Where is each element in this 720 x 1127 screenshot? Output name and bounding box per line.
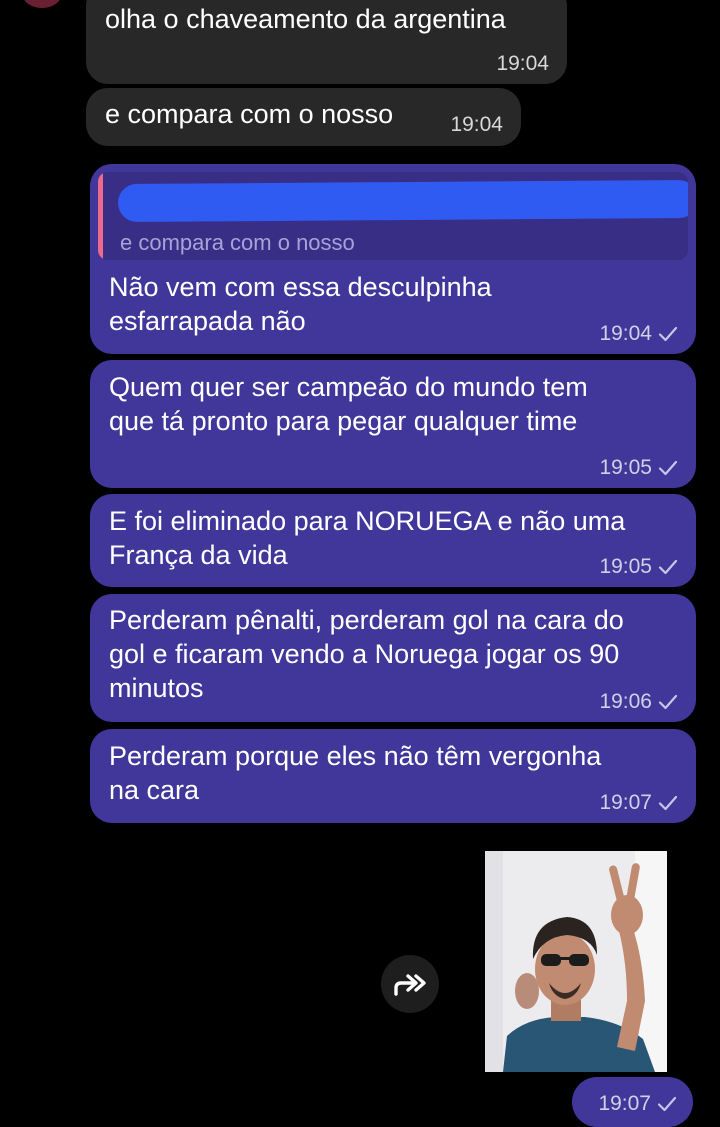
message-text: Perderam pênalti, perderam gol na cara d… xyxy=(109,605,624,703)
check-icon xyxy=(658,559,678,575)
redacted-author xyxy=(117,179,688,223)
message-text: Quem quer ser campeão do mundo tem que t… xyxy=(109,372,588,436)
message-text: Perderam porque eles não têm vergonha na… xyxy=(109,741,602,805)
check-icon xyxy=(658,795,678,811)
photo-image xyxy=(485,851,667,1072)
forward-icon xyxy=(394,974,426,996)
message-text: Não vem com essa desculpinha esfarrapada… xyxy=(109,272,492,336)
message-bubble-outgoing[interactable]: e compara com o nosso Não vem com essa d… xyxy=(90,164,696,354)
message-time: 19:07 xyxy=(598,1092,677,1116)
message-time: 19:06 xyxy=(599,690,678,714)
message-bubble-outgoing[interactable]: Quem quer ser campeão do mundo tem que t… xyxy=(90,360,696,488)
sender-avatar[interactable] xyxy=(22,0,62,8)
message-time: 19:05 xyxy=(599,456,678,480)
message-text: e compara com o nosso xyxy=(105,99,394,129)
message-time-label: 19:05 xyxy=(599,555,652,578)
message-time-label: 19:07 xyxy=(599,791,652,814)
message-time-label: 19:05 xyxy=(599,456,652,479)
message-bubble-incoming[interactable]: olha o chaveamento da argentina 19:04 xyxy=(86,0,567,84)
message-time: 19:07 xyxy=(599,791,678,815)
reply-preview[interactable]: e compara com o nosso xyxy=(98,172,688,260)
check-icon xyxy=(658,326,678,342)
message-time-label: 19:04 xyxy=(599,322,652,345)
reply-quote-text: e compara com o nosso xyxy=(120,230,355,255)
message-text: E foi eliminado para NORUEGA e não uma F… xyxy=(109,506,626,570)
message-bubble-outgoing[interactable]: Perderam porque eles não têm vergonha na… xyxy=(90,729,696,823)
message-time: 19:04 xyxy=(450,113,503,136)
photo-time-badge: 19:07 xyxy=(572,1077,693,1127)
message-bubble-outgoing[interactable]: E foi eliminado para NORUEGA e não uma F… xyxy=(90,494,696,587)
message-text: olha o chaveamento da argentina xyxy=(105,4,506,34)
message-bubble-incoming[interactable]: e compara com o nosso 19:04 xyxy=(86,88,521,146)
message-time-label: 19:07 xyxy=(598,1092,651,1115)
message-time: 19:04 xyxy=(496,52,549,75)
message-time-label: 19:06 xyxy=(599,690,652,713)
reply-accent-bar xyxy=(98,172,103,260)
message-time: 19:05 xyxy=(599,555,678,579)
check-icon xyxy=(658,460,678,476)
forward-button[interactable] xyxy=(381,955,439,1013)
message-bubble-outgoing[interactable]: Perderam pênalti, perderam gol na cara d… xyxy=(90,594,696,722)
check-icon xyxy=(658,694,678,710)
message-time: 19:04 xyxy=(599,322,678,346)
check-icon xyxy=(657,1096,677,1112)
photo-message[interactable] xyxy=(485,851,667,1072)
